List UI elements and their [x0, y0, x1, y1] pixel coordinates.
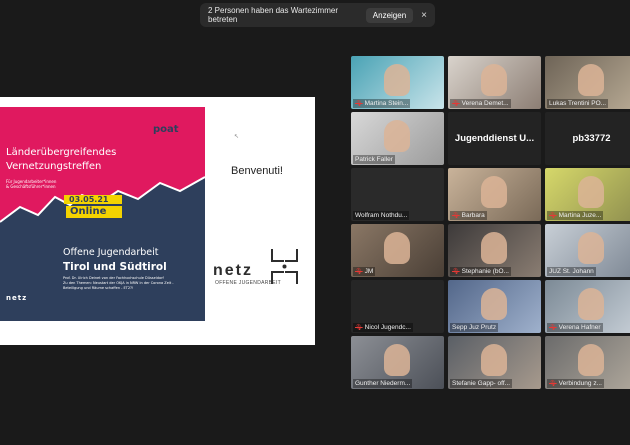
- participant-video: [578, 344, 604, 376]
- participant-name-label: Martina Juze...: [558, 212, 602, 219]
- participant-video: [578, 288, 604, 320]
- participant-video: [384, 344, 410, 376]
- participant-name: 🎙 Martina Stein...: [353, 99, 411, 108]
- participant-video: [481, 232, 507, 264]
- participant-tile[interactable]: 🎙 Verena Demet...: [448, 56, 541, 109]
- participant-name-label: Lukas Trentini PO...: [549, 100, 607, 107]
- participant-tile[interactable]: pb33772: [545, 112, 630, 165]
- participant-name: 🎙 Stephanie (bO...: [450, 267, 511, 276]
- participant-video: [578, 232, 604, 264]
- participant-video: [384, 64, 410, 96]
- participant-name-label: Martina Stein...: [364, 100, 409, 107]
- waiting-room-notification: 2 Personen haben das Wartezimmer betrete…: [200, 3, 435, 27]
- participant-tile[interactable]: JUZ St. Johann: [545, 224, 630, 277]
- notification-message: 2 Personen haben das Wartezimmer betrete…: [208, 6, 338, 24]
- participant-name-label: Gunther Niederm...: [355, 380, 411, 387]
- participant-tile[interactable]: Jugenddienst U...: [448, 112, 541, 165]
- mic-muted-icon: 🎙: [452, 101, 460, 107]
- mic-muted-icon: 🎙: [549, 381, 557, 387]
- poster-topic-line2: Beteiligung und Räume schaffen - ET2?!: [63, 286, 134, 290]
- close-icon[interactable]: ×: [421, 10, 427, 21]
- participant-tile[interactable]: 🎙 JM: [351, 224, 444, 277]
- participant-name-label: Jugenddienst U...: [454, 133, 535, 144]
- poster-title-line2: Vernetzungstreffen: [6, 161, 102, 172]
- netz-logo: netz: [213, 262, 253, 279]
- participant-name: 🎙 Martina Juze...: [547, 211, 604, 220]
- participant-name-label: Verbindung z...: [558, 380, 602, 387]
- participant-name: 🎙 Nicol Jugendc...: [353, 323, 413, 332]
- participant-tile[interactable]: Wolfram Nothdu...: [351, 168, 444, 221]
- participant-name-label: Patrick Faller: [355, 156, 393, 163]
- poster-date: 03.05.21: [69, 195, 109, 204]
- participant-name-label: Verena Demet...: [461, 100, 509, 107]
- poster-subtitle-line2: Tirol und Südtirol: [63, 261, 167, 273]
- mic-muted-icon: 🎙: [355, 269, 363, 275]
- participant-name-label: Sepp Juz Prutz: [452, 324, 497, 331]
- participant-video: [481, 344, 507, 376]
- participant-name-label: Nicol Jugendc...: [364, 324, 411, 331]
- poat-logo: poat: [153, 124, 179, 135]
- greeting-text: Benvenuti!: [231, 165, 283, 177]
- mouse-cursor-icon: ↖: [234, 134, 240, 140]
- participant-name: 🎙 Barbara: [450, 211, 487, 220]
- show-waiting-room-button[interactable]: Anzeigen: [365, 7, 414, 23]
- participant-tile[interactable]: 🎙 Verbindung z...: [545, 336, 630, 389]
- participant-video: [384, 120, 410, 152]
- zoom-meeting-window: 2 Personen haben das Wartezimmer betrete…: [0, 0, 630, 445]
- participant-video: [384, 232, 410, 264]
- participant-tile[interactable]: 🎙 Nicol Jugendc...: [351, 280, 444, 333]
- poster-mode: Online: [70, 206, 107, 217]
- mic-muted-icon: 🎙: [452, 269, 460, 275]
- participant-video: [578, 64, 604, 96]
- participant-name: Lukas Trentini PO...: [547, 99, 609, 108]
- participant-tile[interactable]: 🎙 Barbara: [448, 168, 541, 221]
- participant-name: 🎙 Verena Hafner: [547, 323, 603, 332]
- participant-name: JUZ St. Johann: [547, 267, 596, 276]
- participant-name: 🎙 Verbindung z...: [547, 379, 604, 388]
- participant-name-label: JUZ St. Johann: [549, 268, 594, 275]
- participant-video: [481, 176, 507, 208]
- participant-video: [481, 64, 507, 96]
- poster-speaker: Prof. Dr. Ulrich Deinet von der Fachhoch…: [63, 276, 164, 280]
- participant-name-label: Wolfram Nothdu...: [355, 212, 408, 219]
- participant-name-label: Barbara: [461, 212, 485, 219]
- participant-video: [578, 176, 604, 208]
- participant-tile[interactable]: Lukas Trentini PO...: [545, 56, 630, 109]
- participant-tile[interactable]: Gunther Niederm...: [351, 336, 444, 389]
- mic-muted-icon: 🎙: [549, 213, 557, 219]
- mic-muted-icon: 🎙: [549, 325, 557, 331]
- netz-logo-small: netz: [6, 294, 28, 302]
- participant-tile[interactable]: 🎙 Martina Stein...: [351, 56, 444, 109]
- participant-name: Sepp Juz Prutz: [450, 323, 499, 332]
- participant-tile[interactable]: 🎙 Stephanie (bO...: [448, 224, 541, 277]
- participant-name-label: Verena Hafner: [558, 324, 601, 331]
- participant-name: Stefanie Gapp- off...: [450, 379, 513, 388]
- mic-muted-icon: 🎙: [452, 213, 460, 219]
- participant-video: [481, 288, 507, 320]
- participant-name: 🎙 Verena Demet...: [450, 99, 511, 108]
- participant-name: Gunther Niederm...: [353, 379, 413, 388]
- shared-screen: poat Länderübergreifendes Vernetzungstre…: [0, 97, 315, 345]
- mic-muted-icon: 🎙: [355, 101, 363, 107]
- participant-name: Patrick Faller: [353, 155, 395, 164]
- participant-tile[interactable]: Stefanie Gapp- off...: [448, 336, 541, 389]
- participant-tile[interactable]: 🎙 Verena Hafner: [545, 280, 630, 333]
- mic-muted-icon: 🎙: [355, 325, 363, 331]
- netz-tagline: OFFENE JUGENDARBEIT: [215, 280, 281, 286]
- poster-audience-line2: & Geschäftsführer*innen: [6, 184, 56, 189]
- poster-topic-line1: Zu den Themen: Neustart der OKJA in NRW …: [63, 281, 174, 285]
- participant-tile[interactable]: Patrick Faller: [351, 112, 444, 165]
- participant-name-label: Stefanie Gapp- off...: [452, 380, 511, 387]
- participant-name: 🎙 JM: [353, 267, 376, 276]
- poster-title-line1: Länderübergreifendes: [6, 147, 117, 158]
- participant-tile[interactable]: 🎙 Martina Juze...: [545, 168, 630, 221]
- participant-name-label: Stephanie (bO...: [461, 268, 509, 275]
- participant-name-label: pb33772: [572, 133, 611, 144]
- participant-tile[interactable]: Sepp Juz Prutz: [448, 280, 541, 333]
- participant-name-label: JM: [364, 268, 374, 275]
- poster-subtitle-line1: Offene Jugendarbeit: [63, 247, 159, 258]
- participant-name: Wolfram Nothdu...: [353, 211, 410, 220]
